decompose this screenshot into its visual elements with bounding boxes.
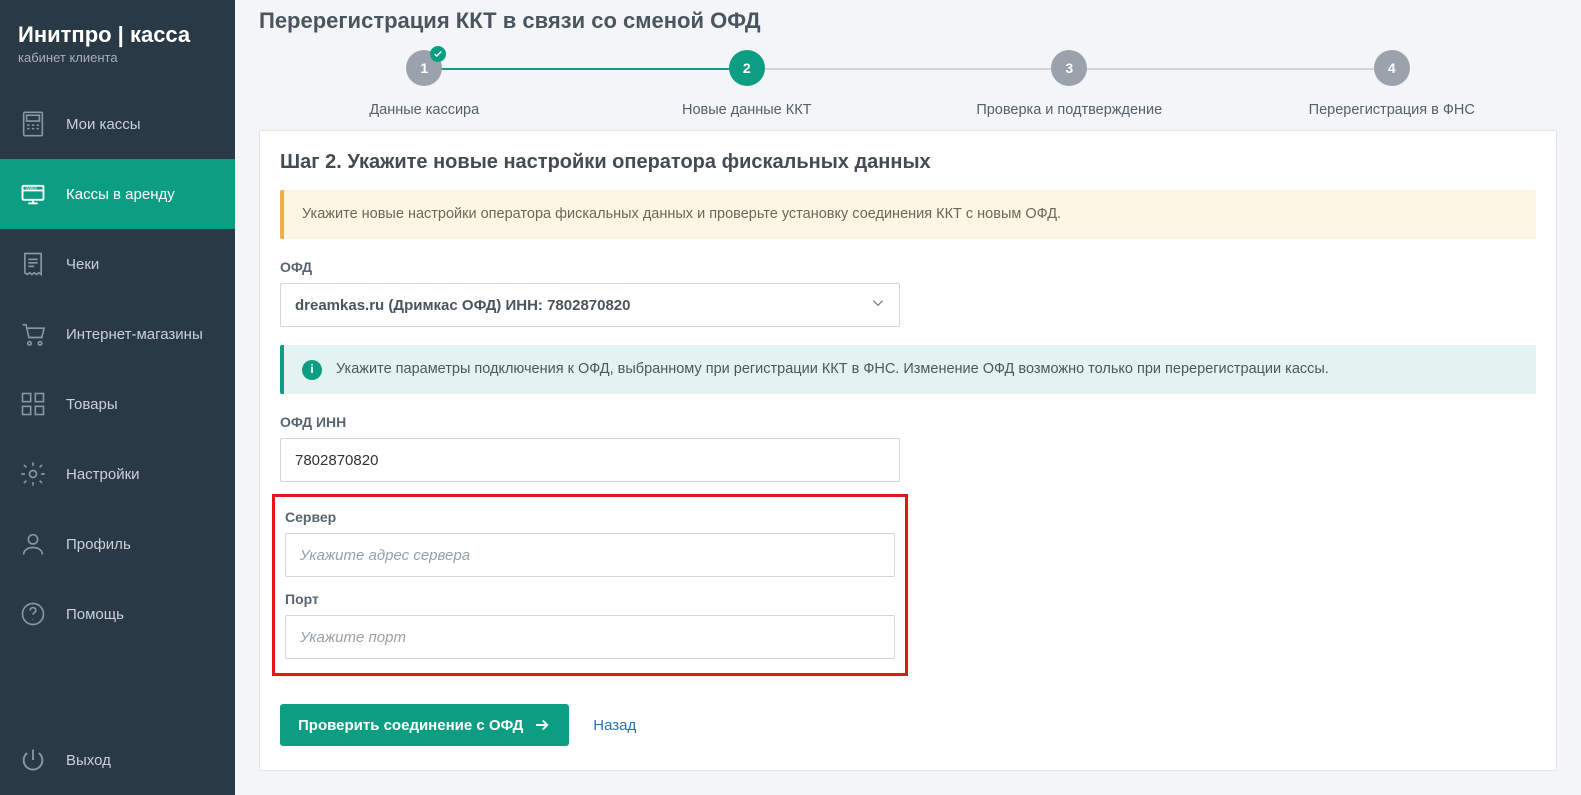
port-input[interactable] — [285, 615, 895, 659]
sidebar: Инитпро | касса кабинет клиента Мои касс… — [0, 0, 235, 795]
page-title: Перерегистрация ККТ в связи со сменой ОФ… — [259, 8, 1557, 34]
port-label: Порт — [285, 591, 895, 607]
sidebar-item-label: Настройки — [66, 466, 140, 483]
step-number: 3 — [1065, 60, 1073, 76]
warning-alert: Укажите новые настройки оператора фискал… — [280, 190, 1536, 239]
stepper: 1 Данные кассира 2 Новые данные ККТ 3 Пр… — [259, 50, 1557, 130]
highlight-box: Сервер Порт — [272, 494, 908, 676]
sidebar-item-label: Мои кассы — [66, 116, 141, 133]
step-3: 3 Проверка и подтверждение — [908, 50, 1231, 118]
register-icon — [18, 109, 48, 139]
card-title: Шаг 2. Укажите новые настройки оператора… — [280, 151, 1536, 174]
info-text: Укажите параметры подключения к ОФД, выб… — [336, 359, 1329, 380]
cart-icon — [18, 319, 48, 349]
check-connection-button[interactable]: Проверить соединение с ОФД — [280, 704, 569, 746]
server-field: Сервер — [285, 509, 895, 577]
step-circle: 2 — [729, 50, 765, 86]
svg-text:WWW: WWW — [26, 186, 37, 190]
step-4: 4 Перерегистрация в ФНС — [1231, 50, 1554, 118]
sidebar-item-label: Товары — [66, 396, 118, 413]
sidebar-item-my-registers[interactable]: Мои кассы — [0, 89, 235, 159]
sidebar-item-label: Кассы в аренду — [66, 186, 175, 203]
actions: Проверить соединение с ОФД Назад — [280, 704, 1536, 746]
sidebar-item-products[interactable]: Товары — [0, 369, 235, 439]
arrow-right-icon — [533, 716, 551, 734]
button-label: Проверить соединение с ОФД — [298, 717, 523, 734]
receipt-icon — [18, 249, 48, 279]
gear-icon — [18, 459, 48, 489]
step-number: 4 — [1388, 60, 1396, 76]
inn-label: ОФД ИНН — [280, 414, 900, 430]
step-circle: 3 — [1051, 50, 1087, 86]
sidebar-item-label: Чеки — [66, 256, 99, 273]
user-icon — [18, 529, 48, 559]
step-number: 1 — [420, 60, 428, 76]
sidebar-item-logout[interactable]: Выход — [0, 725, 235, 795]
chevron-down-icon — [871, 296, 885, 314]
step-number: 2 — [743, 60, 751, 76]
grid-icon — [18, 389, 48, 419]
sidebar-item-label: Интернет-магазины — [66, 326, 203, 343]
warning-text: Укажите новые настройки оператора фискал… — [302, 206, 1061, 222]
brand-title: Инитпро | касса — [18, 22, 217, 48]
info-alert: i Укажите параметры подключения к ОФД, в… — [280, 345, 1536, 394]
main: Перерегистрация ККТ в связи со сменой ОФ… — [235, 0, 1581, 795]
brand-subtitle: кабинет клиента — [18, 50, 217, 65]
inn-input[interactable] — [280, 438, 900, 482]
sidebar-item-settings[interactable]: Настройки — [0, 439, 235, 509]
sidebar-item-profile[interactable]: Профиль — [0, 509, 235, 579]
nav: Мои кассы WWW Кассы в аренду Чеки Интерн… — [0, 89, 235, 725]
sidebar-item-label: Выход — [66, 752, 111, 769]
sidebar-item-shops[interactable]: Интернет-магазины — [0, 299, 235, 369]
ofd-select-value: dreamkas.ru (Дримкас ОФД) ИНН: 780287082… — [295, 297, 631, 314]
step-2: 2 Новые данные ККТ — [586, 50, 909, 118]
step-circle: 4 — [1374, 50, 1410, 86]
ofd-select[interactable]: dreamkas.ru (Дримкас ОФД) ИНН: 780287082… — [280, 283, 900, 327]
help-icon — [18, 599, 48, 629]
server-label: Сервер — [285, 509, 895, 525]
step-label: Данные кассира — [263, 102, 586, 118]
port-field: Порт — [285, 591, 895, 659]
step-circle: 1 — [406, 50, 442, 86]
step-label: Перерегистрация в ФНС — [1231, 102, 1554, 118]
info-icon: i — [302, 360, 322, 380]
form-card: Шаг 2. Укажите новые настройки оператора… — [259, 130, 1557, 771]
back-link[interactable]: Назад — [593, 717, 636, 734]
sidebar-item-receipts[interactable]: Чеки — [0, 229, 235, 299]
step-1: 1 Данные кассира — [263, 50, 586, 118]
step-label: Проверка и подтверждение — [908, 102, 1231, 118]
ofd-label: ОФД — [280, 259, 900, 275]
browser-icon: WWW — [18, 179, 48, 209]
check-icon — [430, 46, 446, 62]
inn-field: ОФД ИНН — [280, 414, 900, 482]
brand: Инитпро | касса кабинет клиента — [0, 0, 235, 71]
sidebar-item-rental-registers[interactable]: WWW Кассы в аренду — [0, 159, 235, 229]
server-input[interactable] — [285, 533, 895, 577]
sidebar-item-help[interactable]: Помощь — [0, 579, 235, 649]
step-label: Новые данные ККТ — [586, 102, 909, 118]
sidebar-item-label: Профиль — [66, 536, 131, 553]
ofd-field: ОФД dreamkas.ru (Дримкас ОФД) ИНН: 78028… — [280, 259, 900, 327]
sidebar-item-label: Помощь — [66, 606, 124, 623]
power-icon — [18, 745, 48, 775]
